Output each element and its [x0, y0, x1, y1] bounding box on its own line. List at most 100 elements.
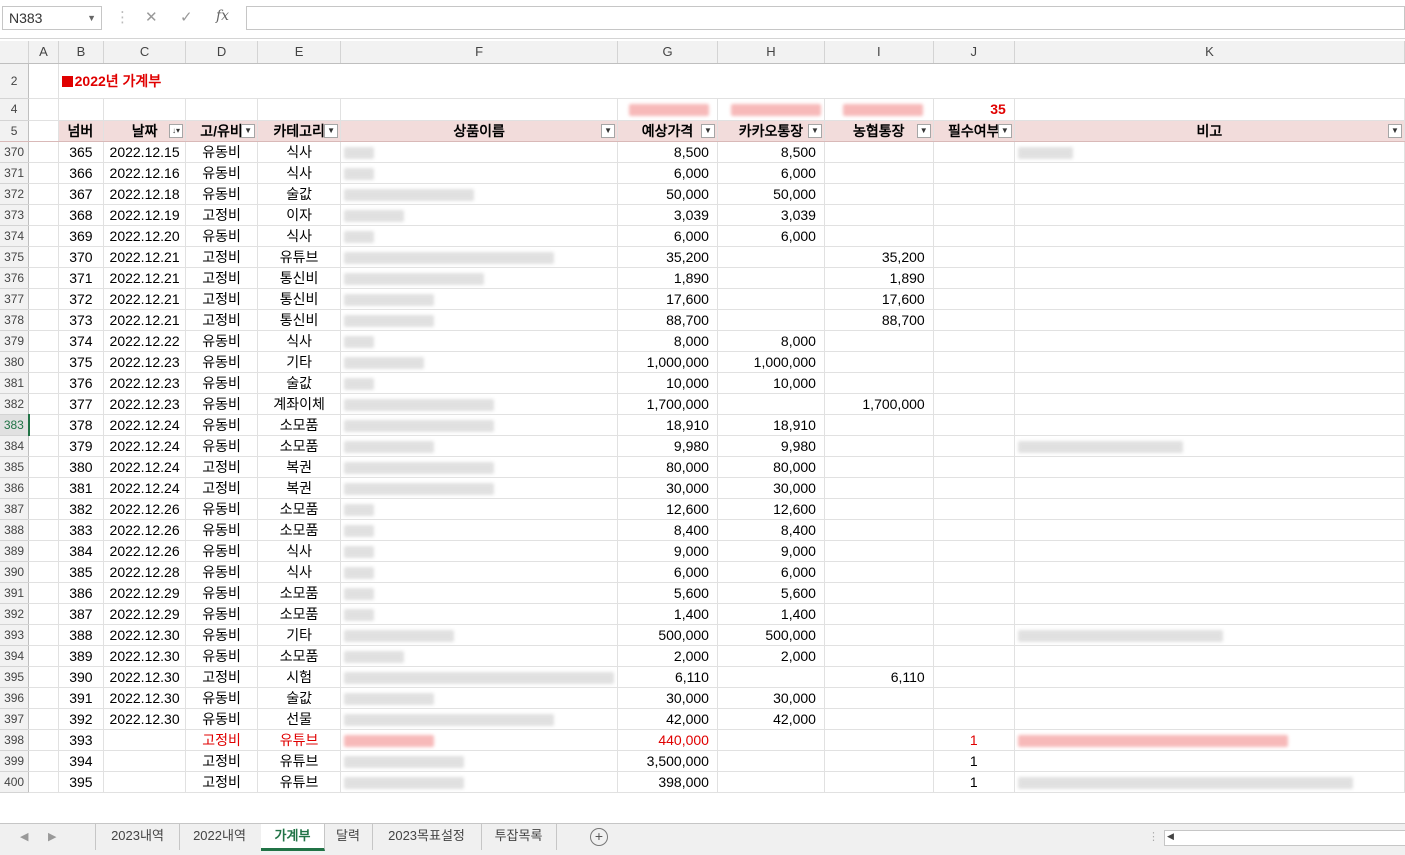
row-header[interactable]: 371 [0, 162, 30, 184]
type-cell[interactable]: 유동비 [185, 624, 259, 646]
date-cell[interactable]: 2022.12.26 [103, 498, 186, 520]
nh-cell[interactable] [824, 351, 934, 373]
price-cell[interactable]: 500,000 [617, 624, 718, 646]
category-cell[interactable]: 식사 [257, 225, 342, 247]
number-cell[interactable]: 370 [58, 246, 105, 268]
header-memo[interactable]: 비고 ▼ [1014, 120, 1405, 142]
row-header[interactable]: 382 [0, 393, 30, 415]
cell[interactable] [103, 98, 186, 121]
number-cell[interactable]: 371 [58, 267, 105, 289]
kakao-cell[interactable]: 8,000 [717, 330, 825, 352]
price-cell[interactable]: 2,000 [617, 645, 718, 667]
row-header[interactable]: 370 [0, 141, 30, 163]
required-cell[interactable] [933, 645, 1015, 667]
table-row[interactable]: 383 378 2022.12.24 유동비 소모품 18,910 18,910 [0, 414, 1405, 436]
kakao-cell[interactable]: 1,400 [717, 603, 825, 625]
product-cell[interactable] [340, 162, 619, 184]
number-cell[interactable]: 384 [58, 540, 105, 562]
nh-cell[interactable] [824, 477, 934, 499]
row-header[interactable]: 389 [0, 540, 30, 562]
number-cell[interactable]: 366 [58, 162, 105, 184]
kakao-cell[interactable]: 2,000 [717, 645, 825, 667]
product-cell[interactable] [340, 687, 619, 709]
date-cell[interactable]: 2022.12.30 [103, 666, 186, 688]
price-cell[interactable]: 10,000 [617, 372, 718, 394]
required-cell[interactable] [933, 477, 1015, 499]
product-cell[interactable] [340, 351, 619, 373]
row-header[interactable]: 399 [0, 750, 30, 772]
product-cell[interactable] [340, 309, 619, 331]
cell[interactable] [28, 372, 59, 394]
kakao-cell[interactable] [717, 267, 825, 289]
date-cell[interactable]: 2022.12.26 [103, 540, 186, 562]
filter-dropdown-icon[interactable]: ▼ [324, 123, 339, 138]
type-cell[interactable]: 고정비 [185, 666, 259, 688]
date-cell[interactable]: 2022.12.24 [103, 435, 186, 457]
column-header[interactable]: F [340, 41, 619, 64]
price-cell[interactable]: 12,600 [617, 498, 718, 520]
date-cell[interactable]: 2022.12.30 [103, 687, 186, 709]
cell[interactable] [28, 225, 59, 247]
number-cell[interactable]: 375 [58, 351, 105, 373]
required-cell[interactable] [933, 582, 1015, 604]
table-row[interactable]: 399 394 고정비 유튜브 3,500,000 1 [0, 750, 1405, 772]
nh-cell[interactable] [824, 582, 934, 604]
kakao-cell[interactable]: 9,980 [717, 435, 825, 457]
category-cell[interactable]: 통신비 [257, 267, 342, 289]
tab-scroll-right-icon[interactable]: ▶ [48, 830, 56, 843]
type-cell[interactable]: 유동비 [185, 687, 259, 709]
product-cell[interactable] [340, 498, 619, 520]
sheet-tab[interactable]: 2023목표설정 [372, 824, 482, 850]
type-cell[interactable]: 유동비 [185, 519, 259, 541]
category-cell[interactable]: 유튜브 [257, 729, 342, 751]
kakao-cell[interactable]: 5,600 [717, 582, 825, 604]
price-cell[interactable]: 6,110 [617, 666, 718, 688]
type-cell[interactable]: 고정비 [185, 309, 259, 331]
category-cell[interactable]: 식사 [257, 561, 342, 583]
product-cell[interactable] [340, 393, 619, 415]
date-cell[interactable]: 2022.12.20 [103, 225, 186, 247]
cell[interactable] [28, 708, 59, 730]
type-cell[interactable]: 고정비 [185, 771, 259, 793]
row-header[interactable]: 5 [0, 120, 30, 142]
price-cell[interactable]: 8,000 [617, 330, 718, 352]
row-header[interactable]: 381 [0, 372, 30, 394]
type-cell[interactable]: 유동비 [185, 708, 259, 730]
price-cell[interactable]: 6,000 [617, 162, 718, 184]
cell[interactable] [28, 183, 59, 205]
required-cell[interactable] [933, 624, 1015, 646]
required-cell[interactable] [933, 414, 1015, 436]
category-cell[interactable]: 소모품 [257, 519, 342, 541]
price-cell[interactable]: 8,500 [617, 141, 718, 163]
number-cell[interactable]: 381 [58, 477, 105, 499]
kakao-cell[interactable]: 10,000 [717, 372, 825, 394]
select-all-corner[interactable] [0, 41, 30, 64]
date-cell[interactable]: 2022.12.29 [103, 582, 186, 604]
header-price[interactable]: 예상가격 ▼ [617, 120, 718, 142]
kakao-cell[interactable] [717, 288, 825, 310]
column-header[interactable]: I [824, 41, 934, 64]
kakao-cell[interactable] [717, 771, 825, 793]
product-cell[interactable] [340, 582, 619, 604]
type-cell[interactable]: 고정비 [185, 267, 259, 289]
required-cell[interactable] [933, 330, 1015, 352]
cell[interactable] [58, 98, 105, 121]
type-cell[interactable]: 고정비 [185, 288, 259, 310]
number-cell[interactable]: 367 [58, 183, 105, 205]
name-box[interactable]: N383 ▼ [2, 6, 102, 30]
product-cell[interactable] [340, 204, 619, 226]
product-cell[interactable] [340, 519, 619, 541]
required-cell[interactable] [933, 351, 1015, 373]
chevron-down-icon[interactable]: ▼ [87, 7, 96, 29]
price-cell[interactable]: 1,700,000 [617, 393, 718, 415]
nh-cell[interactable] [824, 561, 934, 583]
table-row[interactable]: 375 370 2022.12.21 고정비 유튜브 35,200 35,200 [0, 246, 1405, 268]
cell[interactable] [28, 309, 59, 331]
table-row[interactable]: 379 374 2022.12.22 유동비 식사 8,000 8,000 [0, 330, 1405, 352]
row-header[interactable]: 379 [0, 330, 30, 352]
column-header[interactable]: J [933, 41, 1015, 64]
table-row[interactable]: 376 371 2022.12.21 고정비 통신비 1,890 1,890 [0, 267, 1405, 289]
date-cell[interactable]: 2022.12.29 [103, 603, 186, 625]
memo-cell[interactable] [1014, 141, 1405, 163]
number-cell[interactable]: 372 [58, 288, 105, 310]
